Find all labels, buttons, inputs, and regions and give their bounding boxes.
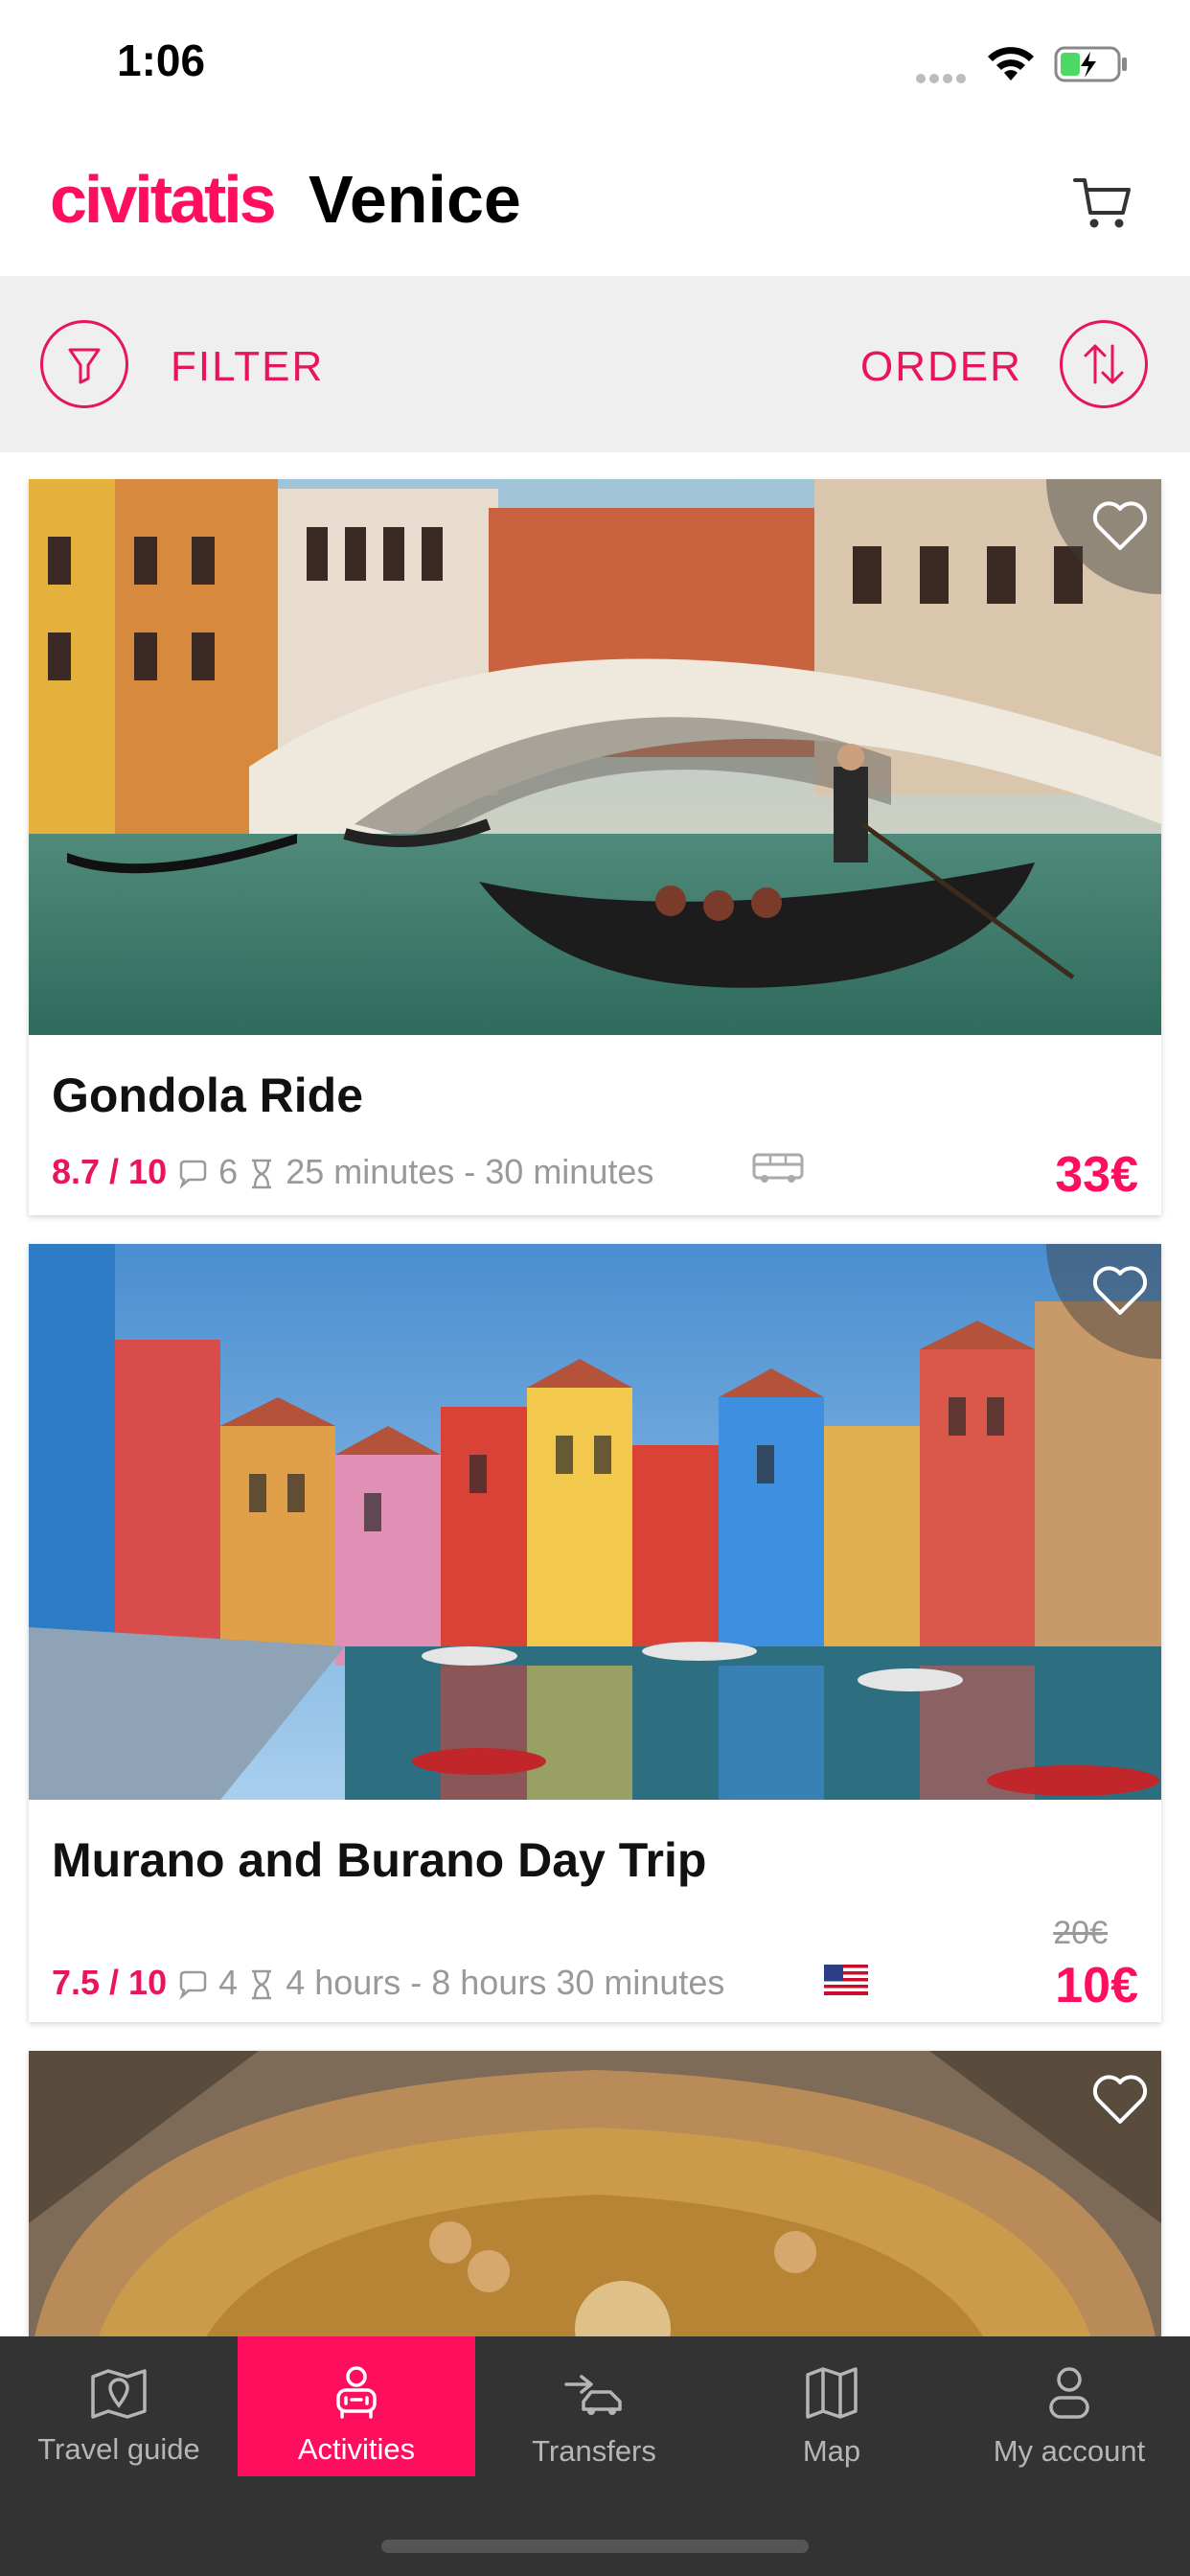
activity-image[interactable]: [29, 479, 1161, 1035]
activity-card[interactable]: Murano and Burano Day Trip 7.5 / 10 4 4 …: [29, 1244, 1161, 2022]
tab-my-account[interactable]: My account: [950, 2336, 1190, 2476]
battery-icon: [1054, 46, 1127, 82]
activity-title[interactable]: Gondola Ride: [52, 1068, 363, 1123]
us-flag-icon: [824, 1965, 868, 1995]
price: 10€: [1055, 1958, 1138, 2013]
wifi-icon: [988, 47, 1034, 80]
tab-label: Activities: [297, 2432, 416, 2466]
heart-icon[interactable]: [1090, 498, 1150, 552]
hourglass-icon: [252, 1160, 272, 1189]
status-time: 1:06: [117, 35, 206, 85]
tab-label: Transfers: [532, 2434, 656, 2468]
activity-image[interactable]: [29, 1244, 1161, 1800]
app-header: civitatis Venice: [0, 134, 1190, 276]
bus-icon: [752, 1153, 804, 1183]
user-icon: [1049, 2367, 1089, 2419]
transfer-car-icon: [564, 2375, 622, 2415]
comment-icon: [179, 1971, 207, 2001]
tab-label: Travel guide: [37, 2432, 200, 2466]
price: 33€: [1055, 1147, 1138, 1203]
filter-button[interactable]: [40, 320, 128, 408]
review-count: 6: [218, 1152, 239, 1191]
tab-transfers[interactable]: Transfers: [475, 2336, 713, 2476]
map-icon: [806, 2367, 858, 2419]
sort-arrows-icon: [1084, 344, 1124, 384]
activity-title[interactable]: Murano and Burano Day Trip: [52, 1832, 706, 1888]
activities-icon: [336, 2366, 377, 2419]
status-bar: 1:06: [0, 0, 1190, 134]
review-count: 4: [218, 1963, 239, 2002]
activity-meta: 8.7 / 10 6 25 minutes - 30 minutes: [52, 1152, 653, 1192]
hourglass-icon: [252, 1970, 272, 2000]
rating: 8.7 / 10: [52, 1152, 168, 1191]
map-pin-icon: [91, 2369, 147, 2419]
activity-card[interactable]: Gondola Ride 8.7 / 10 6 25 minutes - 30 …: [29, 479, 1161, 1215]
order-button[interactable]: [1060, 320, 1148, 408]
filter-order-bar: FILTER ORDER: [0, 276, 1190, 452]
order-label[interactable]: ORDER: [860, 343, 1022, 391]
duration: 25 minutes - 30 minutes: [286, 1152, 654, 1191]
tab-label: My account: [993, 2434, 1146, 2468]
home-indicator: [381, 2540, 809, 2553]
activity-meta: 7.5 / 10 4 4 hours - 8 hours 30 minutes: [52, 1963, 724, 2003]
tab-map[interactable]: Map: [713, 2336, 950, 2476]
heart-icon[interactable]: [1090, 1263, 1150, 1317]
tab-activities[interactable]: Activities: [238, 2336, 475, 2476]
comment-icon: [179, 1161, 207, 1190]
tab-travel-guide[interactable]: Travel guide: [0, 2336, 238, 2476]
filter-label[interactable]: FILTER: [171, 343, 324, 391]
cellular-signal-icon: [916, 71, 970, 83]
duration: 4 hours - 8 hours 30 minutes: [286, 1963, 725, 2002]
old-price: 20€: [1053, 1915, 1108, 1951]
heart-icon[interactable]: [1090, 2072, 1150, 2126]
cart-icon[interactable]: [1071, 171, 1134, 234]
tab-label: Map: [802, 2434, 861, 2468]
funnel-icon: [68, 348, 101, 384]
page-title: Venice: [309, 162, 521, 237]
civitatis-logo[interactable]: civitatis: [50, 161, 277, 238]
rating: 7.5 / 10: [52, 1963, 168, 2002]
